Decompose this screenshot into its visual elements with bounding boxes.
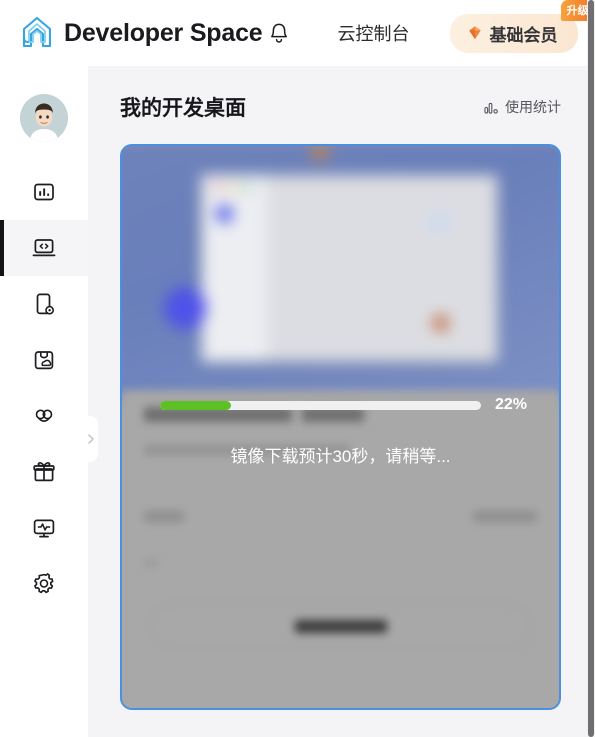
app-root: Developer Space 云控制台 基础会员 升级 我的开发桌面 使用统计… [0,0,595,737]
download-progress: 22% [122,396,559,414]
thumbnail-window-sidebar [201,175,267,362]
sidebar-item-cloud-network[interactable] [0,388,88,444]
dev-desktop-card[interactable]: 22% 镜像下载预计30秒，请稍等... [120,144,561,710]
card-meta-extra-placeholder [144,559,158,567]
progress-percent-label: 22% [494,396,527,413]
sidebar-item-mobile-device[interactable] [0,276,88,332]
sidebar-item-rewards[interactable] [0,444,88,500]
progress-track [160,400,481,410]
avatar[interactable] [20,94,68,142]
brand-name: Developer Space [64,18,263,47]
sidebar-item-monitoring[interactable] [0,500,88,556]
thumbnail-window [201,175,498,362]
usage-statistics-label: 使用统计 [505,99,561,115]
card-action-button-label-placeholder [294,619,387,633]
brand[interactable]: Developer Space [16,12,290,54]
usage-statistics-link[interactable]: 使用统计 [484,97,561,117]
thumbnail-icon-browser [216,204,234,222]
main-content: 我的开发桌面 使用统计 22% 镜像下载预计30秒，请稍等... [88,66,587,737]
nav-cloud-console[interactable]: 云控制台 [338,20,410,46]
download-status-message: 镜像下载预计30秒，请稍等... [230,447,451,466]
sidebar-item-settings[interactable] [0,556,88,612]
page-title: 我的开发桌面 [120,97,246,120]
diamond-icon [466,24,484,42]
membership-badge[interactable]: 基础会员 [449,13,578,53]
card-body-blurred [122,391,559,708]
card-meta-left-placeholder [144,511,184,522]
house-logo-icon [16,12,58,54]
sidebar-item-dev-desktop[interactable] [0,220,88,276]
progress-fill [160,400,231,410]
sidebar-item-app-store[interactable] [0,332,88,388]
thumbnail-dot-amber [228,184,235,191]
membership-label: 基础会员 [489,25,558,45]
thumbnail-panel [426,214,451,232]
app-header: Developer Space 云控制台 基础会员 升级 [0,0,595,66]
thumbnail-dot-red [213,184,220,191]
page-scrollbar-thumb[interactable] [588,0,594,737]
card-action-button[interactable] [150,603,531,649]
desktop-preview-thumbnail [122,146,559,399]
page-scrollbar-track[interactable] [587,0,595,737]
sidebar [0,66,88,737]
sidebar-item-dashboard[interactable] [0,164,88,220]
thumbnail-icon-orange-top [312,146,328,159]
bar-chart-icon [484,100,499,115]
thumbnail-icon-orange-bottom [433,315,448,331]
card-meta-right-placeholder [473,511,537,522]
member-badge-wrap: 基础会员 升级 [449,0,595,53]
sidebar-nav [0,164,88,612]
bell-icon[interactable] [268,21,290,45]
page-header: 我的开发桌面 使用统计 [88,66,587,122]
thumbnail-cursor-blob [164,286,207,330]
thumbnail-dot-green [243,184,250,191]
chevron-right-icon [86,432,96,446]
sidebar-collapse-handle[interactable] [84,416,98,462]
